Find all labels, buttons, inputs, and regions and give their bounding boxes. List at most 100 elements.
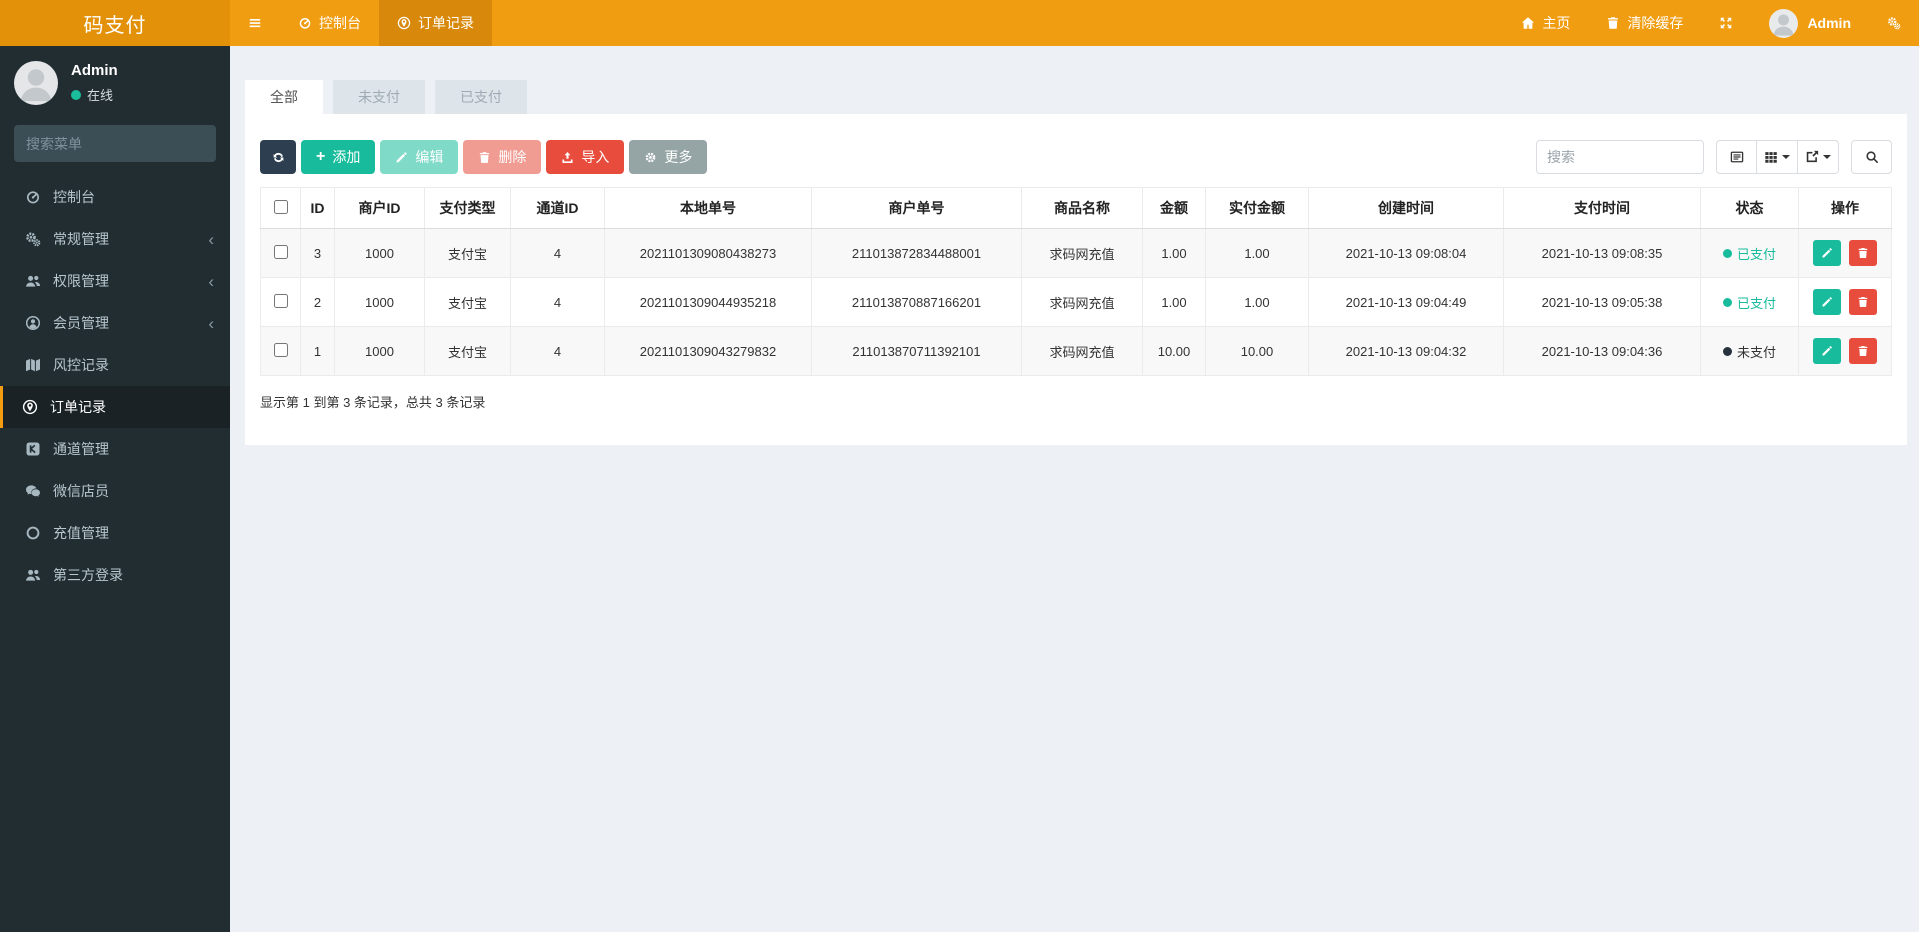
sidebar-item-third-party-login[interactable]: 第三方登录 [0,554,230,596]
sidebar-menu: 控制台 常规管理 ‹ 权限管理 ‹ 会员管理 ‹ 风控记录 订单记录 通道管理 … [0,176,230,596]
users-icon [25,273,41,289]
col-channel-id: 通道ID [510,187,605,229]
topnav-console[interactable]: 控制台 [280,0,379,46]
home-label: 主页 [1542,15,1571,31]
orders-table: ID 商户ID 支付类型 通道ID 本地单号 商户单号 商品名称 金额 实付金额… [260,187,1892,376]
cell-actions [1798,228,1892,278]
row-delete-button[interactable] [1848,289,1877,315]
cell-paid-time: 2021-10-13 09:08:35 [1503,228,1701,278]
delete-button[interactable]: 删除 [463,140,542,174]
channel-icon [25,441,41,457]
upload-icon [561,151,574,164]
columns-button[interactable] [1757,140,1798,174]
search-toggle-button[interactable] [1851,140,1892,174]
table-toolbar: + 添加 编辑 删除 导入 更多 [260,140,1892,174]
sidebar-item-risk-records[interactable]: 风控记录 [0,344,230,386]
cell-product: 求码网充值 [1021,326,1143,376]
cell-merchant-id: 1000 [334,228,425,278]
filter-tabs: 全部 未支付 已支付 [245,80,1907,114]
detail-view-button[interactable] [1716,140,1757,174]
row-edit-button[interactable] [1813,240,1842,266]
pencil-icon [1821,247,1833,259]
edit-button[interactable]: 编辑 [380,140,459,174]
sidebar-item-label: 充值管理 [53,525,109,541]
more-button[interactable]: 更多 [629,140,708,174]
row-delete-button[interactable] [1848,338,1877,364]
status-badge: 未支付 [1722,342,1776,361]
top-navbar: 码支付 控制台 订单记录 主页 清除缓存 Admin [0,0,1919,46]
cell-amount: 1.00 [1142,277,1206,327]
gear-icon [644,151,657,164]
col-created: 创建时间 [1308,187,1504,229]
sidebar-search-input[interactable] [26,135,207,152]
sidebar-item-channels[interactable]: 通道管理 [0,428,230,470]
cogs-icon [25,231,41,247]
cell-merchant-id: 1000 [334,326,425,376]
delete-label: 删除 [498,149,527,165]
map-icon [25,357,41,373]
cell-status: 已支付 [1700,277,1799,327]
trash-icon [1857,296,1869,308]
select-all-checkbox[interactable] [273,199,288,214]
import-button[interactable]: 导入 [546,140,625,174]
table-tools [1536,140,1892,174]
status-label: 已支付 [1736,246,1776,262]
tab-paid[interactable]: 已支付 [435,80,527,114]
sidebar-item-general[interactable]: 常规管理 ‹ [0,218,230,260]
home-icon [1521,16,1535,30]
gauge-icon [25,189,41,205]
sidebar-item-permissions[interactable]: 权限管理 ‹ [0,260,230,302]
refresh-button[interactable] [260,140,296,174]
chevron-left-icon: ‹ [208,229,214,249]
sidebar-item-recharge[interactable]: 充值管理 [0,512,230,554]
cell-channel-id: 4 [510,326,605,376]
admin-menu[interactable]: Admin [1751,0,1869,46]
sidebar-item-wechat-clerk[interactable]: 微信店员 [0,470,230,512]
col-merchant-no: 商户单号 [811,187,1022,229]
cogs-icon [1887,16,1901,30]
cell-merchant-no: 211013872834488001 [811,228,1022,278]
row-delete-button[interactable] [1848,240,1877,266]
sidebar-item-order-records[interactable]: 订单记录 [0,386,230,428]
refresh-icon [272,151,285,164]
tab-all[interactable]: 全部 [245,80,323,114]
view-button-group [1716,140,1839,174]
export-button[interactable] [1798,140,1839,174]
add-button[interactable]: + 添加 [301,140,376,174]
clear-cache-label: 清除缓存 [1627,15,1684,31]
status-dot-icon [1722,297,1732,307]
fullscreen-button[interactable] [1701,0,1751,46]
cell-id: 2 [300,277,335,327]
cell-merchant-no: 211013870887166201 [811,277,1022,327]
trash-icon [1606,16,1620,30]
cell-created: 2021-10-13 09:08:04 [1308,228,1504,278]
caret-down-icon [1823,155,1831,159]
cell-pay-type: 支付宝 [424,228,511,278]
cell-amount: 10.00 [1142,326,1206,376]
sidebar-toggle-button[interactable] [230,0,280,46]
row-checkbox[interactable] [273,293,288,308]
row-edit-button[interactable] [1813,289,1842,315]
sidebar-item-members[interactable]: 会员管理 ‹ [0,302,230,344]
settings-button[interactable] [1869,0,1919,46]
user-status: 在线 [71,85,118,104]
status-badge: 已支付 [1722,244,1776,263]
brand-title: 码支付 [83,14,147,37]
table-search-input[interactable] [1536,140,1704,174]
row-checkbox[interactable] [273,244,288,259]
topnav-orders-label: 订单记录 [418,15,474,31]
clear-cache-button[interactable]: 清除缓存 [1588,0,1701,46]
sidebar-item-label: 控制台 [53,189,95,205]
row-edit-button[interactable] [1813,338,1842,364]
sidebar-item-console[interactable]: 控制台 [0,176,230,218]
topnav-orders[interactable]: 订单记录 [379,0,492,46]
row-checkbox[interactable] [273,342,288,357]
tab-unpaid[interactable]: 未支付 [333,80,425,114]
hamburger-icon [248,16,262,30]
search-icon [1865,150,1879,164]
cell-channel-id: 4 [510,277,605,327]
gauge-icon [298,16,312,30]
list-view-icon [1730,150,1744,164]
home-button[interactable]: 主页 [1503,0,1588,46]
trash-icon [478,151,491,164]
